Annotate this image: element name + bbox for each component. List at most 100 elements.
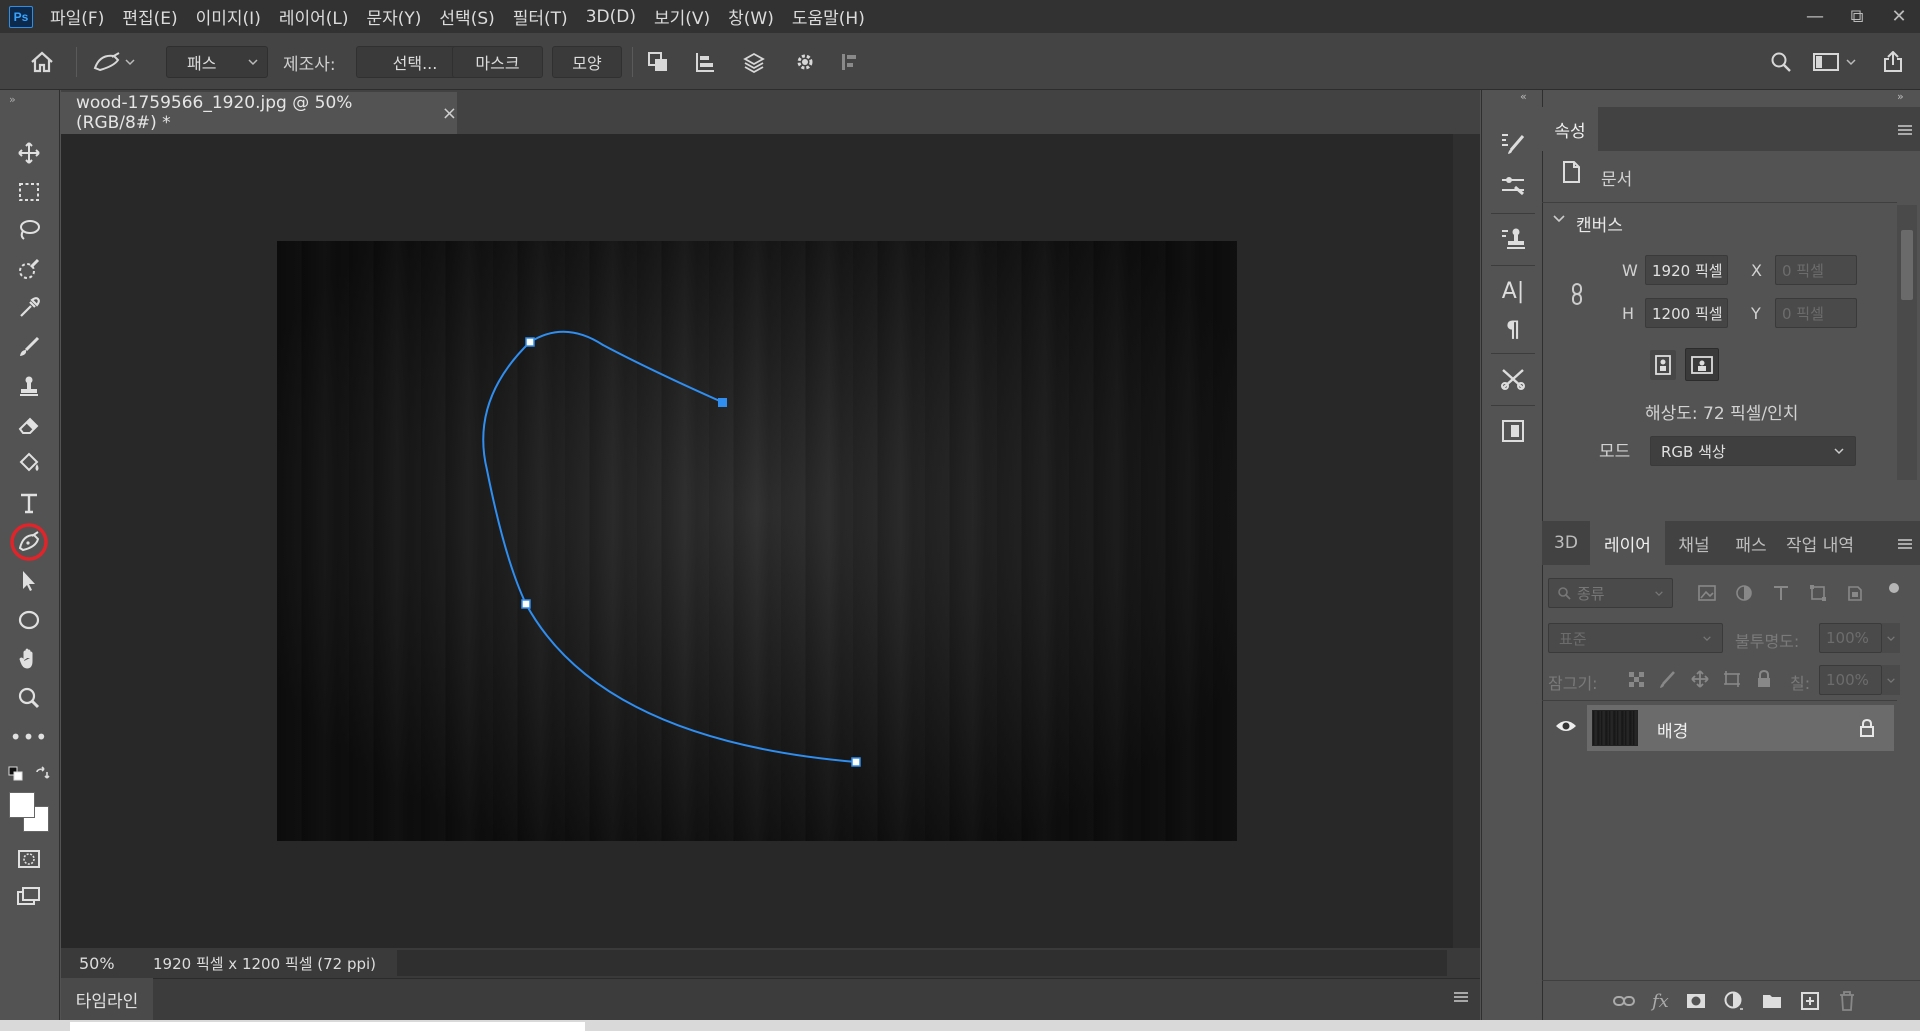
minimize-button[interactable]: — bbox=[1794, 0, 1836, 33]
status-bar: 50% 1920 픽셀 x 1200 픽셀 (72 ppi) 〉 bbox=[61, 948, 1480, 978]
tab-3d[interactable]: 3D bbox=[1542, 521, 1590, 565]
type-filter-icon[interactable] bbox=[1771, 583, 1791, 603]
new-group-icon[interactable] bbox=[1761, 991, 1783, 1011]
timeline-menu-icon[interactable] bbox=[1452, 990, 1470, 1004]
horizontal-scrollbar[interactable] bbox=[397, 950, 1447, 976]
tab-channels[interactable]: 채널 bbox=[1665, 521, 1723, 565]
height-label: H bbox=[1622, 304, 1635, 323]
clone-source-icon[interactable] bbox=[1495, 221, 1531, 257]
smart-object-filter-icon[interactable] bbox=[1845, 583, 1865, 603]
close-window-button[interactable]: ✕ bbox=[1878, 0, 1920, 33]
canvas-section-title[interactable]: 캔버스 bbox=[1576, 211, 1623, 236]
layer-filter-value: 종류 bbox=[1577, 584, 1605, 603]
eye-icon[interactable] bbox=[1555, 719, 1577, 733]
paragraph-panel-icon[interactable]: ¶ bbox=[1495, 312, 1531, 348]
x-field[interactable]: 0 픽셀 bbox=[1775, 255, 1857, 285]
landscape-orientation-icon[interactable] bbox=[1685, 348, 1719, 381]
height-field[interactable]: 1200 픽셀 bbox=[1645, 298, 1728, 328]
properties-tab-bar: 속성 bbox=[1542, 107, 1920, 151]
blend-mode-value: 표준 bbox=[1559, 629, 1587, 648]
anchor-point-selected[interactable] bbox=[718, 398, 727, 407]
chevron-down-icon[interactable] bbox=[1552, 214, 1566, 224]
adjustment-filter-icon[interactable] bbox=[1734, 583, 1754, 603]
path-overlay bbox=[482, 330, 861, 767]
foreground-color-swatch[interactable] bbox=[9, 792, 35, 818]
opacity-label: 불투명도: bbox=[1735, 632, 1800, 651]
shape-filter-icon[interactable] bbox=[1808, 583, 1828, 603]
lock-pixels-icon[interactable] bbox=[1658, 669, 1678, 689]
layers-footer-icons: fx bbox=[1612, 990, 1857, 1012]
portrait-orientation-icon[interactable] bbox=[1650, 350, 1676, 380]
collapse-panels-icon[interactable]: » bbox=[1897, 90, 1904, 103]
lock-transparent-icon[interactable] bbox=[1626, 669, 1646, 689]
search-icon: 종류 bbox=[1557, 583, 1605, 604]
tab-properties[interactable]: 속성 bbox=[1542, 107, 1598, 151]
properties-scrollbar[interactable] bbox=[1897, 205, 1917, 480]
tool-presets-icon[interactable] bbox=[1495, 361, 1531, 397]
color-mode-select[interactable]: RGB 색상 bbox=[1650, 436, 1856, 466]
anchor-point[interactable] bbox=[525, 337, 535, 347]
layer-name[interactable]: 배경 bbox=[1657, 717, 1688, 742]
fill-label: 칠: bbox=[1790, 674, 1811, 693]
layer-style-icon[interactable]: fx bbox=[1652, 991, 1669, 1012]
chevron-down-icon bbox=[1655, 590, 1663, 596]
layer-filter-icons bbox=[1697, 583, 1865, 603]
lock-all-icon[interactable] bbox=[1754, 669, 1774, 689]
lock-icon bbox=[1859, 718, 1875, 738]
brush-settings-icon[interactable] bbox=[1495, 125, 1531, 161]
brushes-presets-icon[interactable] bbox=[1495, 167, 1531, 203]
link-icon[interactable] bbox=[1568, 282, 1586, 306]
lock-position-icon[interactable] bbox=[1690, 669, 1710, 689]
tab-paths[interactable]: 패스 bbox=[1723, 521, 1779, 565]
timeline-tab[interactable]: 타임라인 bbox=[61, 978, 153, 1020]
zoom-level[interactable]: 50% bbox=[79, 954, 151, 973]
anchor-point[interactable] bbox=[521, 599, 531, 609]
anchor-point[interactable] bbox=[851, 757, 861, 767]
blend-mode-select[interactable]: 표준 bbox=[1548, 623, 1723, 653]
pixel-filter-icon[interactable] bbox=[1697, 583, 1717, 603]
resolution-text: 해상도: 72 픽셀/인치 bbox=[1645, 404, 1799, 424]
workspace-switcher-icon[interactable] bbox=[1810, 46, 1860, 78]
layer-row[interactable]: 배경 bbox=[1587, 705, 1894, 751]
bezier-path[interactable] bbox=[482, 330, 857, 763]
opacity-dropdown-icon[interactable] bbox=[1882, 623, 1900, 653]
lock-artboard-icon[interactable] bbox=[1722, 669, 1742, 689]
properties-menu-icon[interactable] bbox=[1896, 123, 1914, 137]
timeline-panel bbox=[61, 978, 1480, 1020]
fill-dropdown-icon[interactable] bbox=[1882, 665, 1900, 695]
tab-layers[interactable]: 레이어 bbox=[1590, 521, 1665, 565]
layers-tab-bar: 3D 레이어 채널 패스 작업 내역 bbox=[1542, 521, 1920, 565]
restore-button[interactable]: ⧉ bbox=[1836, 0, 1878, 33]
lock-label: 잠그기: bbox=[1548, 674, 1598, 693]
layer-thumbnail bbox=[1592, 710, 1638, 746]
document-label: 문서 bbox=[1601, 170, 1633, 190]
chevron-down-icon bbox=[1703, 635, 1711, 641]
document-info: 1920 픽셀 x 1200 픽셀 (72 ppi) bbox=[153, 954, 377, 973]
opacity-field[interactable]: 100% bbox=[1819, 623, 1882, 653]
tab-history[interactable]: 작업 내역 bbox=[1779, 521, 1861, 565]
adjustment-layer-icon[interactable] bbox=[1723, 990, 1745, 1012]
chevron-down-icon bbox=[1834, 448, 1844, 455]
document-icon bbox=[1560, 160, 1582, 184]
y-label: Y bbox=[1751, 304, 1761, 323]
lock-icons bbox=[1626, 669, 1774, 689]
new-layer-icon[interactable] bbox=[1799, 990, 1821, 1012]
add-mask-icon[interactable] bbox=[1685, 991, 1707, 1011]
character-panel-icon[interactable]: A| bbox=[1495, 273, 1531, 309]
search-icon[interactable] bbox=[1764, 46, 1798, 78]
vertical-scrollbar[interactable] bbox=[1453, 134, 1480, 948]
share-icon[interactable] bbox=[1876, 46, 1910, 78]
link-layers-icon[interactable] bbox=[1612, 991, 1636, 1011]
y-field[interactable]: 0 픽셀 bbox=[1775, 298, 1857, 328]
color-mode-value: RGB 색상 bbox=[1661, 442, 1726, 461]
collapse-dock-icon[interactable]: « bbox=[1520, 90, 1527, 103]
fill-field[interactable]: 100% bbox=[1819, 665, 1882, 695]
width-field[interactable]: 1920 픽셀 bbox=[1645, 255, 1728, 285]
x-label: X bbox=[1751, 261, 1762, 280]
filter-toggle-icon[interactable] bbox=[1889, 583, 1899, 593]
layer-comps-icon[interactable] bbox=[1495, 413, 1531, 449]
layer-filter-select[interactable]: 종류 bbox=[1548, 578, 1673, 608]
delete-layer-icon[interactable] bbox=[1837, 990, 1857, 1012]
layers-menu-icon[interactable] bbox=[1896, 537, 1914, 551]
taskbar-strip bbox=[0, 1020, 1920, 1031]
